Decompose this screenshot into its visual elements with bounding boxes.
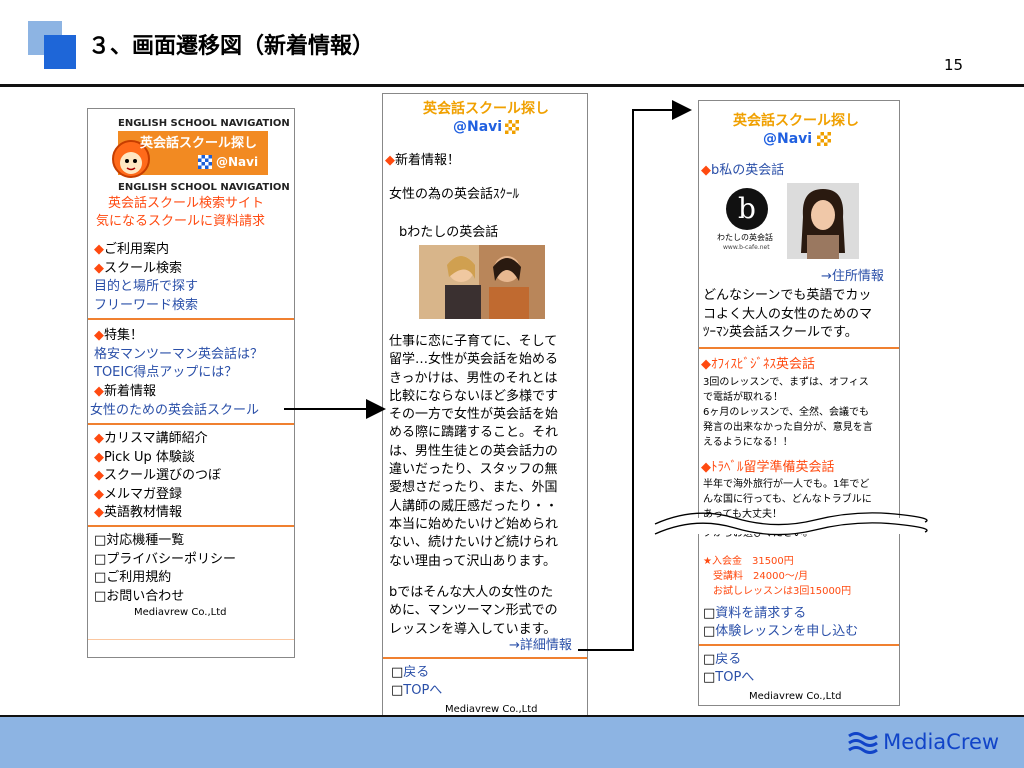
break-gap [655, 518, 915, 534]
footer-logo-text: MediaCrew [883, 730, 1000, 754]
transition-arrows [284, 100, 928, 651]
footer-logo: MediaCrew [848, 730, 999, 758]
arrow-to-detail [578, 100, 692, 651]
wave-icon [848, 732, 878, 754]
